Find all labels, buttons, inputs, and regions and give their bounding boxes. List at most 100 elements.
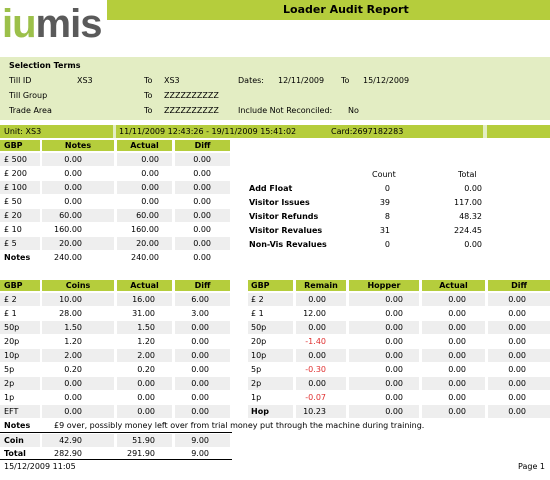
cell: 0.00 bbox=[64, 183, 82, 192]
notes-header-diff: Diff bbox=[175, 140, 230, 151]
summary-count: 31 bbox=[379, 226, 390, 235]
date-from: 12/11/2009 bbox=[278, 76, 325, 85]
cell: 0.00 bbox=[64, 393, 82, 402]
cell: 12.00 bbox=[303, 309, 326, 318]
cell: 2p bbox=[4, 379, 15, 388]
cell: 0.00 bbox=[64, 407, 82, 416]
cell: 0.00 bbox=[193, 155, 211, 164]
cell: 31.00 bbox=[132, 309, 155, 318]
cell: 0.00 bbox=[193, 211, 211, 220]
cell: 0.00 bbox=[448, 379, 466, 388]
cell: Notes bbox=[4, 253, 31, 262]
hopper-header-hopper: Hopper bbox=[349, 280, 419, 291]
cell: Coin bbox=[4, 436, 24, 445]
cell: 60.00 bbox=[59, 211, 82, 220]
notes-header-gbp: GBP bbox=[0, 140, 40, 151]
cell: £ 1 bbox=[4, 309, 17, 318]
cell: 20p bbox=[4, 337, 20, 346]
cell: Total bbox=[4, 449, 26, 458]
cell: 0.00 bbox=[385, 407, 403, 416]
till-id-to: XS3 bbox=[164, 76, 180, 85]
total-header: Total bbox=[458, 170, 477, 179]
trade-area-to: ZZZZZZZZZZ bbox=[164, 106, 219, 115]
summary-count: 0 bbox=[384, 240, 390, 249]
cell: 0.00 bbox=[448, 309, 466, 318]
cell: £ 200 bbox=[4, 169, 27, 178]
count-header: Count bbox=[372, 170, 396, 179]
period-label: 11/11/2009 12:43:26 - 19/11/2009 15:41:0… bbox=[119, 127, 297, 136]
cell: 5p bbox=[251, 365, 262, 374]
cell: 20.00 bbox=[59, 239, 82, 248]
iumis-logo: iumis bbox=[2, 4, 108, 44]
cell: 10.00 bbox=[59, 295, 82, 304]
card-label: Card:2697182283 bbox=[331, 127, 404, 136]
cell: EFT bbox=[4, 407, 19, 416]
cell: 0.00 bbox=[193, 169, 211, 178]
cell: £ 10 bbox=[4, 225, 22, 234]
coins-header-diff: Diff bbox=[175, 280, 230, 291]
cell: 0.00 bbox=[141, 169, 159, 178]
dates-label: Dates: bbox=[238, 76, 264, 85]
date-to: 15/12/2009 bbox=[363, 76, 410, 85]
till-id-label: Till ID bbox=[9, 76, 32, 85]
cell: 0.00 bbox=[448, 365, 466, 374]
cell: 0.00 bbox=[508, 337, 526, 346]
cell: 0.00 bbox=[508, 323, 526, 332]
cell: 50p bbox=[251, 323, 267, 332]
till-group-to: ZZZZZZZZZZ bbox=[164, 91, 219, 100]
cell: 0.00 bbox=[193, 239, 211, 248]
cell: 0.00 bbox=[385, 351, 403, 360]
cell: 0.20 bbox=[64, 365, 82, 374]
unit-bar: Unit: XS3 11/11/2009 12:43:26 - 19/11/20… bbox=[0, 125, 550, 138]
cell: 6.00 bbox=[191, 295, 209, 304]
cell: 0.00 bbox=[508, 379, 526, 388]
cell: 0.00 bbox=[64, 197, 82, 206]
cell: 0.00 bbox=[448, 407, 466, 416]
cell: 16.00 bbox=[132, 295, 155, 304]
cell: 0.00 bbox=[141, 155, 159, 164]
logo-part-1: iu bbox=[2, 2, 37, 46]
cell: 9.00 bbox=[191, 436, 209, 445]
cell: 0.00 bbox=[191, 337, 209, 346]
cell: 42.90 bbox=[59, 436, 82, 445]
hopper-header-gbp: GBP bbox=[248, 280, 293, 291]
summary-total: 117.00 bbox=[454, 198, 482, 207]
cell: 0.00 bbox=[141, 183, 159, 192]
cell: 0.00 bbox=[308, 323, 326, 332]
cell: 2.00 bbox=[64, 351, 82, 360]
cell: 9.00 bbox=[191, 449, 209, 458]
cell: 51.90 bbox=[132, 436, 155, 445]
cell: 0.00 bbox=[508, 407, 526, 416]
cell: 0.00 bbox=[448, 393, 466, 402]
summary-total: 0.00 bbox=[464, 184, 482, 193]
notes-comment-label: Notes bbox=[4, 421, 31, 430]
hopper-header-remain: Remain bbox=[296, 280, 346, 291]
cell: 1.50 bbox=[137, 323, 155, 332]
cell: 20.00 bbox=[136, 239, 159, 248]
cell: 0.00 bbox=[191, 365, 209, 374]
cell: 10p bbox=[251, 351, 267, 360]
till-group-label: Till Group bbox=[9, 91, 48, 100]
coins-header-coins: Coins bbox=[42, 280, 114, 291]
cell: 0.00 bbox=[448, 351, 466, 360]
cell: 0.00 bbox=[385, 337, 403, 346]
cell: 0.00 bbox=[191, 323, 209, 332]
cell: 1p bbox=[251, 393, 262, 402]
summary-count: 39 bbox=[379, 198, 390, 207]
cell: 0.20 bbox=[137, 365, 155, 374]
title-bar: Loader Audit Report bbox=[107, 0, 550, 20]
cell: £ 20 bbox=[4, 211, 22, 220]
cell: 291.90 bbox=[127, 449, 155, 458]
date-to-label: To bbox=[341, 76, 350, 85]
cell: 240.00 bbox=[131, 253, 159, 262]
cell: 10p bbox=[4, 351, 20, 360]
till-id-to-label: To bbox=[144, 76, 153, 85]
summary-label: Add Float bbox=[249, 184, 293, 193]
cell: 1.20 bbox=[137, 337, 155, 346]
include-not-reconciled-label: Include Not Reconciled: bbox=[238, 106, 333, 115]
notes-header-actual: Actual bbox=[117, 140, 172, 151]
cell: 10.23 bbox=[303, 407, 326, 416]
cell: 0.00 bbox=[385, 309, 403, 318]
notes-header-notes: Notes bbox=[42, 140, 114, 151]
cell: 0.00 bbox=[385, 365, 403, 374]
